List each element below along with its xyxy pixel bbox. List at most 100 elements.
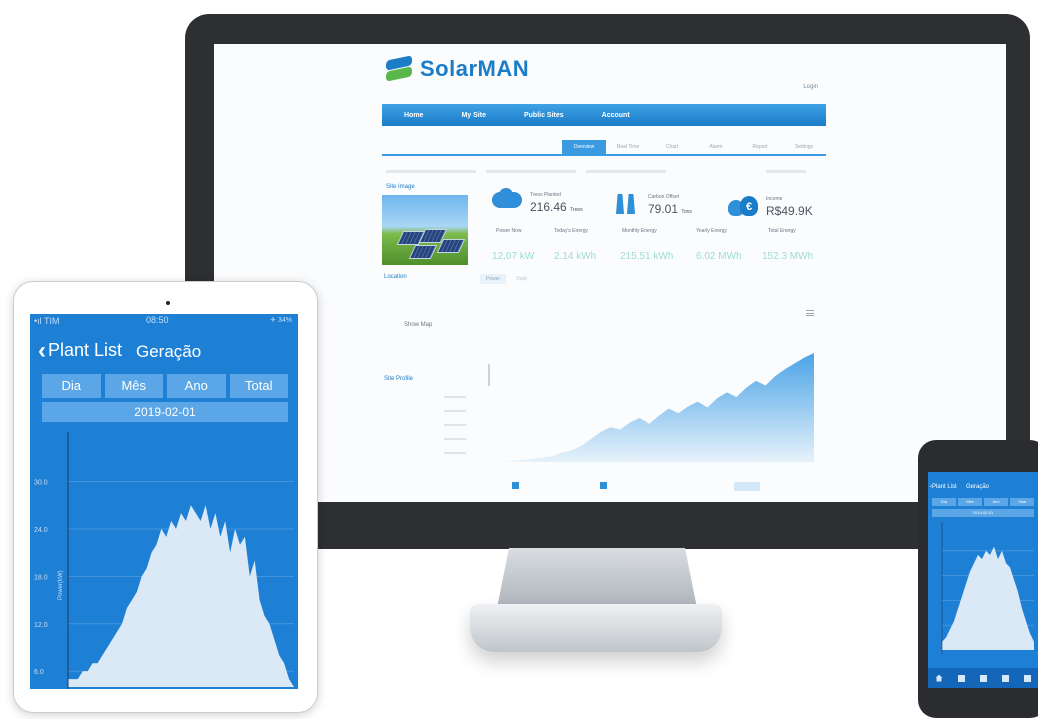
segment-year[interactable]: Ano <box>167 374 226 398</box>
kpi-label-monthly: Monthly Energy <box>622 228 657 234</box>
phone-segment-total[interactable]: Total <box>1010 498 1034 506</box>
top-navigation: Home My Site Public Sites Account <box>382 104 826 126</box>
alarm-icon[interactable] <box>1001 674 1009 682</box>
y-tick-label: 30.0 <box>34 480 48 487</box>
site-profile-field <box>444 438 466 440</box>
monitor-stand-neck <box>497 548 697 608</box>
power-plant-icon <box>612 190 640 216</box>
site-profile-label: Site Profile <box>384 376 414 382</box>
phone-page-title: Geração <box>966 484 990 490</box>
nav-public-sites[interactable]: Public Sites <box>524 112 564 119</box>
solarman-logo[interactable]: SolarMAN <box>386 55 530 82</box>
nav-home[interactable]: Home <box>404 112 423 119</box>
chart-tab-power[interactable]: Power <box>480 274 507 284</box>
phone-period-segmented-control: Dia Mês Ano Total <box>932 498 1034 506</box>
stat-value-income: R$49.9K <box>766 204 813 218</box>
logo-text: SolarMAN <box>420 56 530 81</box>
page-title: Geração <box>136 342 202 361</box>
chart-icon[interactable] <box>979 674 987 682</box>
chevron-left-icon: ‹ <box>38 336 46 364</box>
phone-segment-month[interactable]: Mês <box>958 498 982 506</box>
logo-icon <box>386 55 414 82</box>
tab-chart[interactable]: Chart <box>650 144 694 154</box>
phone-power-chart <box>941 522 1034 654</box>
money-bag-icon: € <box>728 192 758 218</box>
nav-my-site[interactable]: My Site <box>461 112 486 119</box>
cloud-icon <box>492 188 522 214</box>
tab-real-time[interactable]: Real Time <box>606 144 650 154</box>
prev-button[interactable] <box>512 482 519 489</box>
site-profile-field <box>444 424 466 426</box>
power-area-series <box>504 352 814 462</box>
site-profile-field <box>444 410 466 412</box>
stat-label-trees: Trees Planted <box>530 192 561 198</box>
kpi-value-monthly: 215.51 kWh <box>620 251 674 262</box>
phone-tab-bar <box>928 668 1038 688</box>
stat-label-income: Income <box>766 196 783 202</box>
nav-account[interactable]: Account <box>602 112 630 119</box>
back-button[interactable]: ‹ Plant List <box>38 336 123 364</box>
site-image-photo <box>382 195 468 265</box>
period-segmented-control: Dia Mês Ano Total <box>42 374 288 398</box>
segment-total[interactable]: Total <box>229 374 288 398</box>
monitor-stand-base <box>470 604 722 652</box>
chart-range-tabs: Power Daily <box>480 274 533 284</box>
list-icon[interactable] <box>957 674 965 682</box>
kpi-value-yearly: 6.02 MWh <box>696 251 742 262</box>
segment-month[interactable]: Mês <box>104 374 163 398</box>
power-area-series <box>942 546 1034 650</box>
y-tick-label: 24.0 <box>34 527 48 534</box>
stat-label-carbon: Carbon Offset <box>648 194 680 200</box>
kpi-value-total: 152.3 MWh <box>762 251 814 262</box>
phone-date-selector[interactable]: 2019-02-01 <box>932 509 1034 517</box>
tablet-power-chart: 30.0 24.0 18.0 12.0 6.0 Power(kW) <box>34 432 294 689</box>
home-icon[interactable] <box>935 674 943 682</box>
y-tick-label: 12.0 <box>34 622 48 629</box>
chart-y-axis-label <box>488 364 490 386</box>
date-selector[interactable]: 2019-02-01 <box>42 402 288 422</box>
power-area-series <box>68 505 294 687</box>
chart-export-button[interactable] <box>734 482 760 491</box>
phone-back-button[interactable]: ‹Plant List <box>930 484 957 490</box>
chart-menu-icon[interactable] <box>806 310 814 316</box>
site-profile-field <box>444 396 466 398</box>
phone-segment-year[interactable]: Ano <box>984 498 1008 506</box>
info-link[interactable] <box>766 170 806 173</box>
back-label: Plant List <box>48 340 123 360</box>
kpi-label-power-now: Power Now <box>496 228 522 234</box>
web-app-screen: SolarMAN Login Home My Site Public Sites… <box>214 44 1006 502</box>
kpi-value-today: 2.14 kWh <box>554 251 597 262</box>
site-tabs: Overview Real Time Chart Alarm Report Se… <box>382 138 826 156</box>
web-energy-chart <box>504 352 814 462</box>
phone-app-screen: ‹Plant List Geração Dia Mês Ano Total 20… <box>928 472 1038 688</box>
kpi-value-power-now: 12.07 kW <box>492 251 535 262</box>
tab-report[interactable]: Report <box>738 144 782 154</box>
kpi-label-today: Today's Energy <box>554 228 589 234</box>
tablet-camera <box>166 301 170 305</box>
tab-alarm[interactable]: Alarm <box>694 144 738 154</box>
status-time: 08:50 <box>146 315 169 325</box>
info-link[interactable] <box>586 170 666 173</box>
status-bar: •ıl TIM 08:50 ✈ 34% <box>30 314 298 328</box>
location-label: Location <box>384 274 407 280</box>
chart-tab-daily[interactable]: Daily <box>510 274 533 284</box>
kpi-label-total: Total Energy <box>768 228 796 234</box>
y-axis-label: Power(kW) <box>58 570 64 600</box>
y-tick-label: 18.0 <box>34 574 48 581</box>
login-link[interactable]: Login <box>803 84 818 90</box>
y-tick-label: 6.0 <box>34 669 44 676</box>
tab-overview[interactable]: Overview <box>562 140 606 154</box>
site-profile-field <box>444 452 466 454</box>
kpi-label-yearly: Yearly Energy <box>696 228 727 234</box>
segment-day[interactable]: Dia <box>42 374 101 398</box>
tab-settings[interactable]: Settings <box>782 144 826 154</box>
phone-segment-day[interactable]: Dia <box>932 498 956 506</box>
info-link[interactable] <box>386 170 476 173</box>
info-link[interactable] <box>486 170 576 173</box>
carrier-signal: •ıl TIM <box>34 316 60 326</box>
battery-indicator: ✈ 34% <box>270 317 292 324</box>
settings-icon[interactable] <box>1023 674 1031 682</box>
stat-value-trees: 216.46 Trees <box>530 200 583 214</box>
next-button[interactable] <box>600 482 607 489</box>
show-map-link[interactable]: Show Map <box>404 322 432 328</box>
